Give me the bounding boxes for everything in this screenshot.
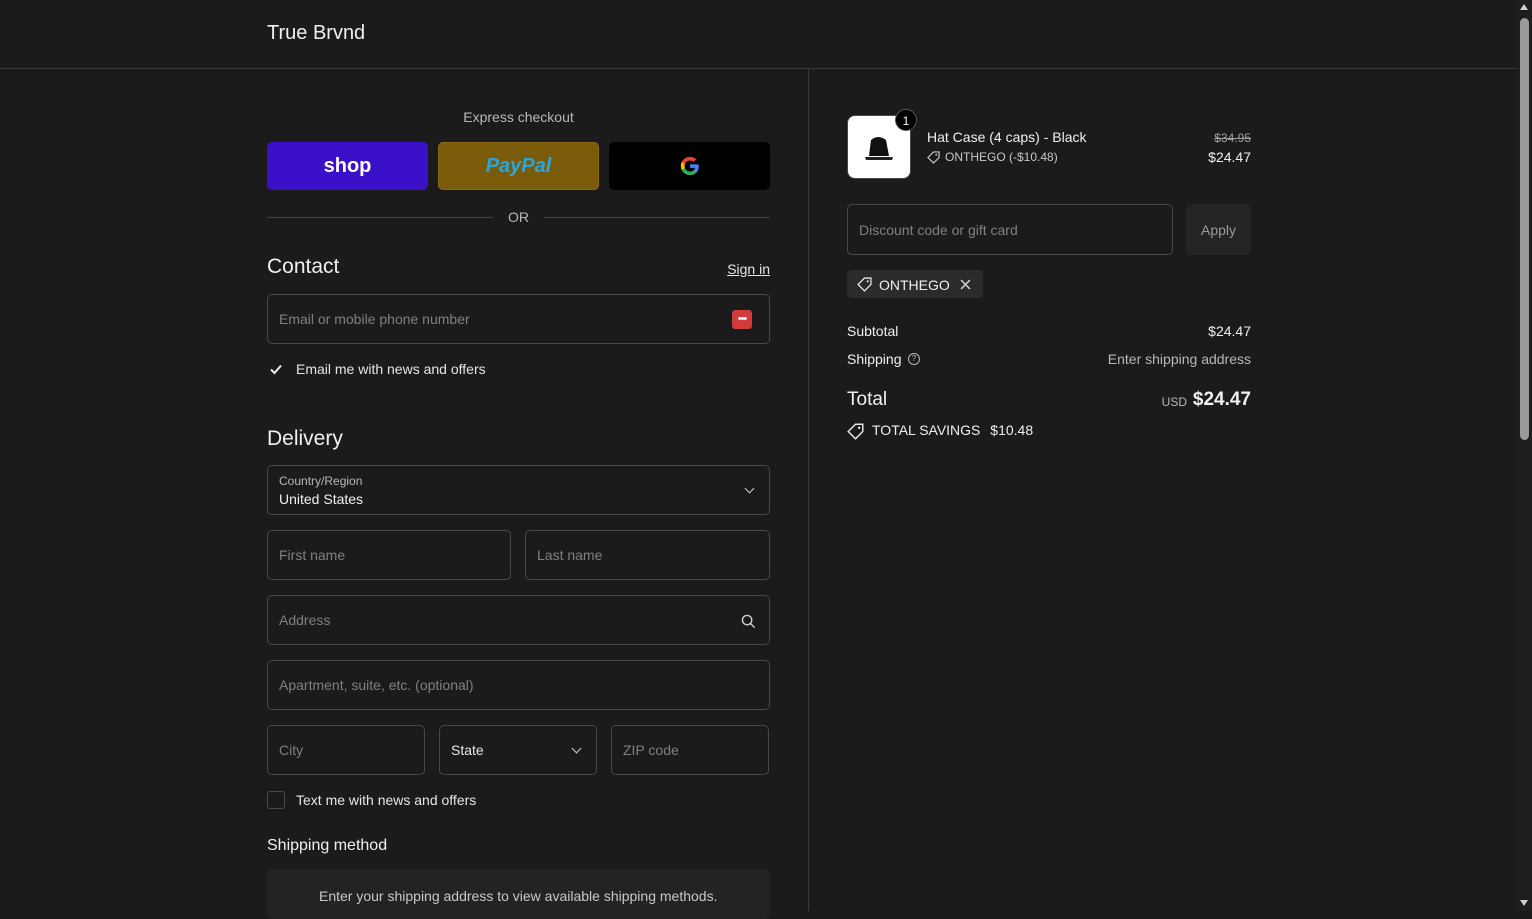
country-select[interactable]: Country/Region United States	[267, 465, 770, 515]
news-checkbox[interactable]	[267, 360, 285, 378]
product-price: $24.47	[1208, 149, 1251, 165]
column-divider	[808, 69, 809, 911]
shipping-value: Enter shipping address	[1107, 351, 1251, 367]
shipping-label: Shipping	[847, 351, 902, 367]
address-field[interactable]: Address	[267, 595, 770, 645]
product-name: Hat Case (4 caps) - Black	[927, 129, 1087, 145]
applied-code: ONTHEGO	[879, 277, 950, 293]
product-discount: ONTHEGO (-$10.48)	[945, 150, 1058, 164]
close-icon[interactable]	[960, 279, 971, 290]
discount-code-placeholder: Discount code or gift card	[859, 222, 1018, 238]
shop-pay-label: shop	[323, 154, 372, 177]
scroll-thumb[interactable]	[1520, 18, 1529, 440]
zip-field[interactable]: ZIP code	[611, 725, 769, 775]
scroll-up-icon[interactable]	[1520, 4, 1528, 10]
state-label: State	[451, 742, 484, 758]
password-manager-icon[interactable]: •••	[732, 310, 752, 329]
help-icon[interactable]: ?	[908, 353, 920, 365]
city-placeholder: City	[279, 742, 304, 758]
first-name-field[interactable]: First name	[267, 530, 511, 580]
total-currency: USD	[1161, 395, 1187, 409]
scroll-down-icon[interactable]	[1520, 900, 1528, 906]
country-label: Country/Region	[279, 474, 363, 488]
savings-label: TOTAL SAVINGS	[872, 422, 981, 438]
text-checkbox[interactable]	[267, 791, 285, 809]
page-scrollbar[interactable]	[1517, 0, 1532, 911]
sign-in-link[interactable]: Sign in	[727, 261, 770, 277]
address-placeholder: Address	[279, 612, 331, 628]
search-icon	[741, 614, 756, 629]
news-checkbox-label[interactable]: Email me with news and offers	[296, 361, 486, 377]
chevron-down-icon	[571, 743, 582, 754]
savings-value: $10.48	[990, 422, 1034, 438]
total-value: $24.47	[1192, 389, 1251, 410]
shop-pay-button[interactable]: shop	[267, 142, 428, 190]
last-name-placeholder: Last name	[537, 547, 603, 563]
tag-icon	[857, 277, 872, 292]
subtotal-value: $24.47	[1208, 323, 1251, 339]
google-pay-button[interactable]	[609, 142, 770, 190]
express-checkout-label: Express checkout	[463, 109, 574, 125]
apply-button[interactable]: Apply	[1186, 204, 1251, 255]
apartment-field[interactable]: Apartment, suite, etc. (optional)	[267, 660, 770, 710]
discount-code-field[interactable]: Discount code or gift card	[847, 204, 1173, 255]
chevron-down-icon	[744, 483, 755, 494]
or-line-right	[544, 217, 770, 218]
paypal-label: PayPal	[485, 154, 552, 177]
city-field[interactable]: City	[267, 725, 425, 775]
original-price: $34.95	[1214, 131, 1251, 145]
header: True Brvnd	[0, 0, 1517, 69]
zip-placeholder: ZIP code	[623, 742, 679, 758]
apartment-placeholder: Apartment, suite, etc. (optional)	[279, 677, 474, 693]
total-savings: TOTAL SAVINGS $10.48	[872, 422, 1033, 438]
first-name-placeholder: First name	[279, 547, 346, 563]
shipping-method-message: Enter your shipping address to view avai…	[319, 888, 718, 904]
last-name-field[interactable]: Last name	[525, 530, 770, 580]
contact-title: Contact	[267, 255, 340, 278]
tag-icon	[927, 151, 940, 164]
paypal-button[interactable]: PayPal	[438, 142, 599, 190]
brand-logo[interactable]: True Brvnd	[267, 22, 365, 45]
or-separator: OR	[267, 209, 770, 225]
hat-case-image	[865, 137, 893, 160]
checkmark-icon	[270, 364, 282, 375]
applied-code-chip: ONTHEGO	[847, 270, 983, 298]
total-label: Total	[847, 389, 888, 410]
text-checkbox-label[interactable]: Text me with news and offers	[296, 792, 476, 808]
quantity-badge: 1	[895, 109, 917, 131]
shipping-method-box: Enter your shipping address to view avai…	[267, 869, 770, 919]
tag-icon	[847, 423, 864, 440]
google-icon	[680, 156, 699, 176]
shipping-method-title: Shipping method	[267, 837, 388, 854]
email-field[interactable]: Email or mobile phone number •••	[267, 294, 770, 344]
delivery-title: Delivery	[267, 427, 343, 450]
country-value: United States	[279, 491, 364, 507]
subtotal-label: Subtotal	[847, 323, 899, 339]
state-select[interactable]: State	[439, 725, 597, 775]
email-placeholder: Email or mobile phone number	[279, 311, 470, 327]
